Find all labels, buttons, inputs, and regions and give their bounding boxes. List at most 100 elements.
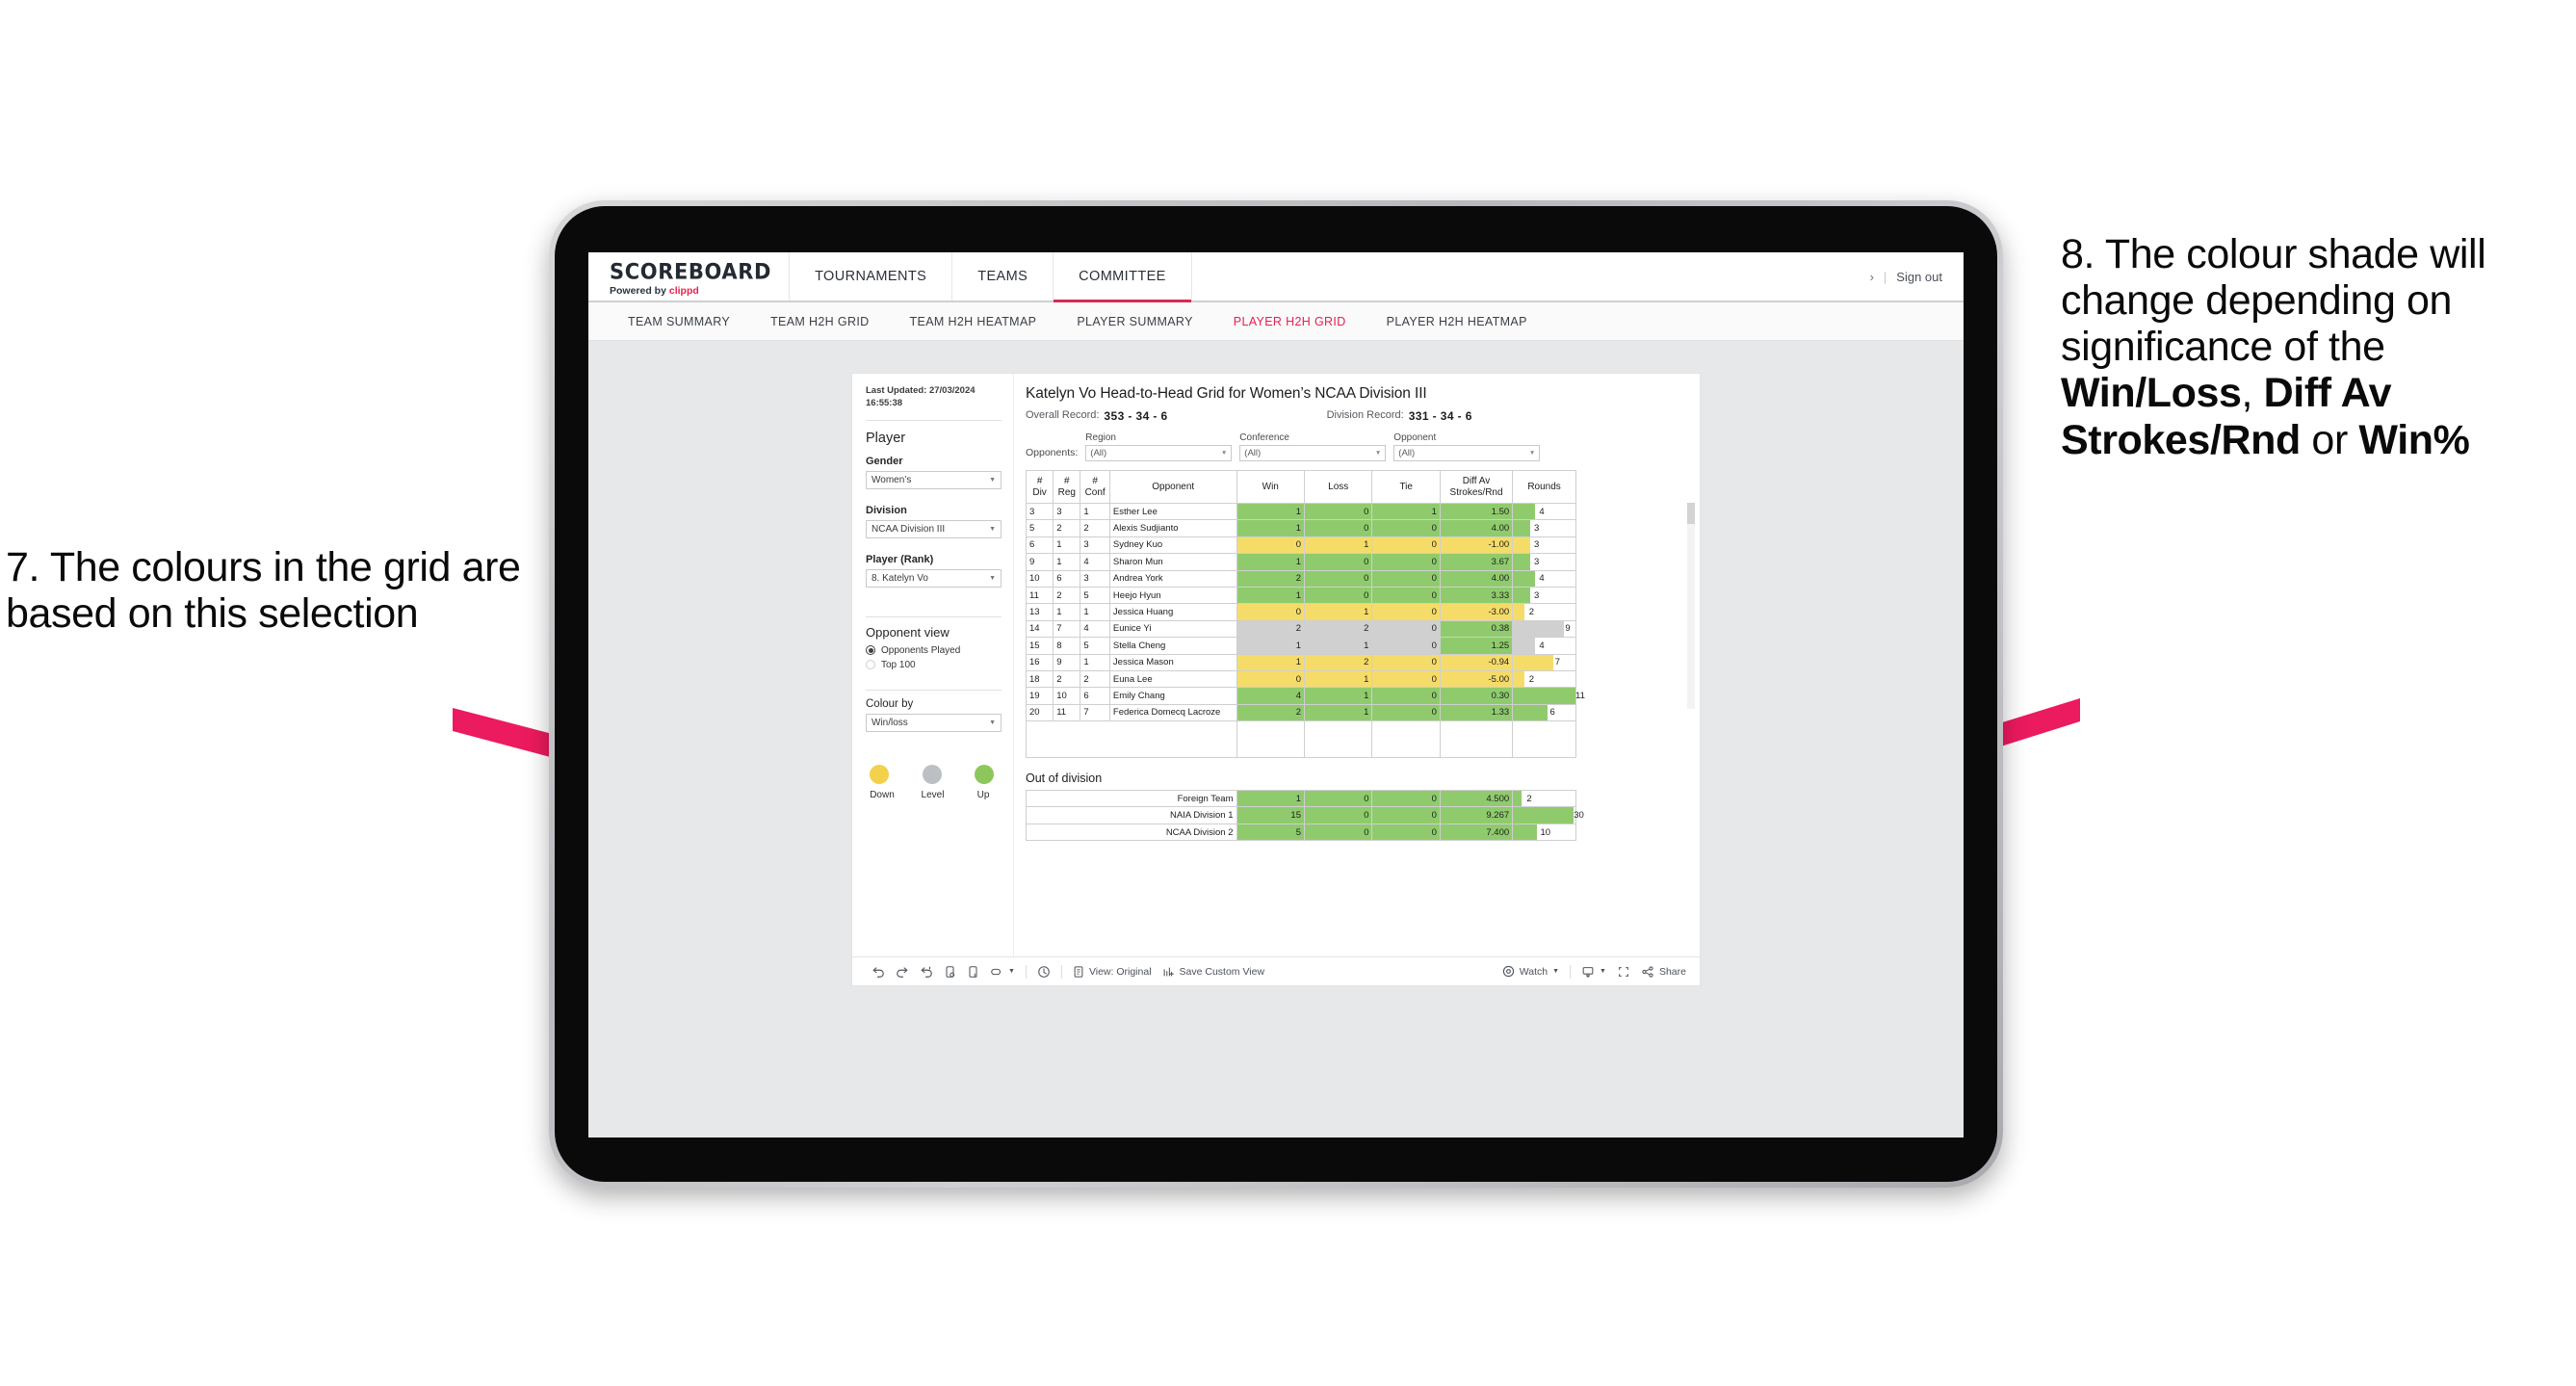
- top-tab-committee[interactable]: COMMITTEE: [1054, 252, 1192, 302]
- subtab-team-h2h-grid[interactable]: TEAM H2H GRID: [750, 315, 889, 328]
- player-rank-value: 8. Katelyn Vo: [872, 572, 928, 584]
- filter-opponent-select[interactable]: (All) ▼: [1393, 445, 1541, 461]
- chevron-right-icon[interactable]: ›: [1870, 270, 1874, 284]
- table-row[interactable]: 15 8 5 Stella Cheng 1 1 0 1.25 4: [1025, 637, 1576, 655]
- fullscreen-icon[interactable]: [1617, 965, 1630, 979]
- viz-title: Katelyn Vo Head-to-Head Grid for Women’s…: [1026, 385, 1427, 402]
- pause-updates-icon[interactable]: [967, 965, 979, 979]
- cell-reg: 2: [1053, 519, 1081, 537]
- revert-icon[interactable]: [920, 965, 933, 979]
- out-of-division-row[interactable]: NAIA Division 1 15 0 0 9.267 30: [1026, 806, 1584, 824]
- gender-value: Women’s: [872, 474, 912, 485]
- cell-conf: 5: [1080, 637, 1110, 655]
- table-row[interactable]: 10 6 3 Andrea York 2 0 0 4.00 4: [1025, 569, 1576, 588]
- cell-div: 20: [1025, 703, 1054, 722]
- radio-top-100[interactable]: Top 100: [866, 660, 1002, 670]
- watch-button[interactable]: Watch ▼: [1502, 965, 1559, 978]
- cell-rounds: 3: [1512, 536, 1576, 555]
- table-row[interactable]: 11 2 5 Heejo Hyun 1 0 0 3.33 3: [1025, 586, 1576, 605]
- cell-reg: 1: [1053, 536, 1081, 555]
- header-divider: |: [1883, 269, 1887, 284]
- opponent-filters: Opponents: Region (All) ▼ Conference (Al…: [1026, 432, 1686, 461]
- subtab-team-summary[interactable]: TEAM SUMMARY: [608, 315, 750, 328]
- filter-region-select[interactable]: (All) ▼: [1085, 445, 1233, 461]
- table-row[interactable]: 13 1 1 Jessica Huang 0 1 0 -3.00 2: [1025, 603, 1576, 621]
- cell-tie: 0: [1371, 823, 1441, 842]
- cell-reg: 9: [1053, 653, 1081, 671]
- cell-loss: 1: [1303, 669, 1373, 689]
- redo-icon[interactable]: [896, 965, 909, 979]
- player-rank-label: Player (Rank): [866, 553, 934, 565]
- cell-win: 0: [1236, 603, 1305, 621]
- cell-div: 6: [1025, 536, 1054, 555]
- brand-powered-by: Powered by: [610, 284, 666, 297]
- divider: [866, 615, 1002, 617]
- table-row[interactable]: 3 3 1 Esther Lee 1 0 1 1.50 4: [1025, 502, 1576, 521]
- colour-by-select[interactable]: Win/loss ▼: [866, 713, 1002, 732]
- cell-opponent: Heejo Hyun: [1108, 586, 1237, 605]
- subtab-player-h2h-grid[interactable]: PLAYER H2H GRID: [1213, 315, 1366, 328]
- cell-tie: 0: [1371, 569, 1441, 588]
- viz-body: Last Updated: 27/03/2024 16:55:38 Player…: [852, 374, 1700, 956]
- grid-scrollbar[interactable]: [1687, 503, 1695, 709]
- cell-loss: 0: [1303, 586, 1373, 605]
- table-row[interactable]: 14 7 4 Eunice Yi 2 2 0 0.38 9: [1025, 619, 1576, 639]
- cell-opponent: Jessica Mason: [1108, 653, 1237, 671]
- filter-opponent: Opponent (All) ▼: [1393, 432, 1541, 461]
- table-row[interactable]: 20 11 7 Federica Domecq Lacroze 2 1 0 1.33 6: [1025, 703, 1576, 722]
- cell-loss: 1: [1303, 536, 1373, 555]
- toolbar-divider: [1060, 964, 1062, 979]
- save-custom-view-label: Save Custom View: [1179, 965, 1265, 978]
- cell-reg: 2: [1053, 586, 1081, 605]
- chevron-down-icon: ▼: [989, 719, 996, 726]
- download-icon[interactable]: ▼: [1581, 965, 1606, 979]
- cell-tie: 0: [1371, 637, 1441, 655]
- out-of-division-row[interactable]: NCAA Division 2 5 0 0 7.400 10: [1026, 823, 1576, 842]
- cell-win: 0: [1236, 669, 1305, 689]
- opponents-label: Opponents:: [1026, 447, 1079, 458]
- division-select[interactable]: NCAA Division III ▼: [866, 519, 1002, 538]
- cell-div: 11: [1025, 586, 1054, 605]
- grid-scrollbar-thumb[interactable]: [1687, 503, 1695, 524]
- table-row[interactable]: 19 10 6 Emily Chang 4 1 0 0.30 11: [1025, 687, 1585, 705]
- table-row[interactable]: 16 9 1 Jessica Mason 1 2 0 -0.94 7: [1025, 653, 1576, 671]
- cell-div: 15: [1025, 637, 1054, 655]
- table-row[interactable]: 5 2 2 Alexis Sudjianto 1 0 0 4.00 3: [1025, 519, 1576, 537]
- top-tab-teams[interactable]: TEAMS: [952, 252, 1054, 301]
- cell-tie: 0: [1371, 653, 1441, 671]
- cell-tie: 0: [1371, 603, 1441, 621]
- cell-category: NAIA Division 1: [1026, 806, 1237, 824]
- sign-out-link[interactable]: Sign out: [1896, 270, 1942, 284]
- overall-record: Overall Record: 353 - 34 - 6: [1026, 409, 1168, 423]
- table-row[interactable]: 9 1 4 Sharon Mun 1 0 0 3.67 3: [1025, 553, 1576, 571]
- cell-conf: 7: [1080, 703, 1110, 722]
- brand-logo[interactable]: SCOREBOARD Powered by clippd: [588, 252, 791, 301]
- save-custom-view-button[interactable]: Save Custom View: [1162, 965, 1265, 979]
- alerts-icon[interactable]: [1037, 965, 1051, 979]
- radio-opponents-played[interactable]: Opponents Played: [866, 645, 1002, 656]
- highlight-icon[interactable]: ▼: [990, 966, 1015, 978]
- cell-rounds: 2: [1512, 669, 1576, 689]
- filter-conference-select[interactable]: (All) ▼: [1239, 445, 1387, 461]
- table-row[interactable]: 18 2 2 Euna Lee 0 1 0 -5.00 2: [1025, 669, 1576, 689]
- cell-win: 0: [1236, 536, 1305, 555]
- view-original-button[interactable]: View: Original: [1073, 965, 1152, 979]
- cell-conf: 6: [1080, 687, 1110, 705]
- grid-header-1: # Reg: [1053, 470, 1081, 504]
- out-of-division-row[interactable]: Foreign Team 1 0 0 4.500 2: [1026, 790, 1576, 808]
- refresh-data-icon[interactable]: [944, 965, 956, 979]
- player-rank-select[interactable]: 8. Katelyn Vo ▼: [866, 568, 1002, 588]
- subtab-team-h2h-heatmap[interactable]: TEAM H2H HEATMAP: [890, 315, 1057, 328]
- undo-icon[interactable]: [872, 965, 885, 979]
- gender-select[interactable]: Women’s ▼: [866, 470, 1002, 489]
- share-button[interactable]: Share: [1641, 965, 1686, 979]
- top-tab-tournaments[interactable]: TOURNAMENTS: [790, 252, 953, 301]
- cell-conf: 3: [1080, 569, 1110, 588]
- subtab-player-summary[interactable]: PLAYER SUMMARY: [1056, 315, 1212, 328]
- cell-diff: 1.33: [1439, 703, 1514, 722]
- table-row[interactable]: 6 1 3 Sydney Kuo 0 1 0 -1.00 3: [1025, 536, 1576, 555]
- subtab-player-h2h-heatmap[interactable]: PLAYER H2H HEATMAP: [1366, 315, 1548, 328]
- cell-conf: 5: [1080, 586, 1110, 605]
- tablet-device: SCOREBOARD Powered by clippd TOURNAMENTS…: [549, 200, 2003, 1188]
- filter-conference-value: (All): [1244, 448, 1262, 458]
